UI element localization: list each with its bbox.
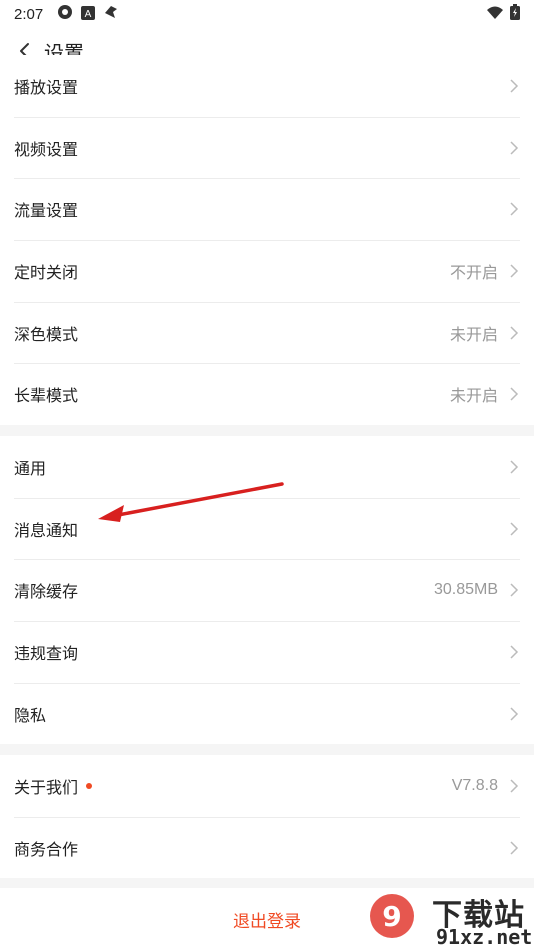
settings-row-playback[interactable]: 播放设置 <box>0 55 534 117</box>
a-app-icon: A <box>81 5 96 24</box>
chevron-right-icon <box>510 264 519 278</box>
chevron-right-icon <box>510 79 519 93</box>
watermark-en-text: 91xz.net <box>436 925 533 949</box>
row-label: 消息通知 <box>14 520 79 540</box>
chevron-right-icon <box>510 779 519 793</box>
row-value: 不开启 <box>449 264 498 282</box>
bird-app-icon <box>103 4 119 24</box>
row-value: 30.85MB <box>433 581 498 599</box>
chevron-right-icon <box>510 202 519 216</box>
chevron-right-icon <box>510 645 519 659</box>
new-badge-dot <box>86 782 93 789</box>
row-label: 播放设置 <box>14 77 79 97</box>
row-label: 通用 <box>14 458 47 478</box>
row-label: 清除缓存 <box>14 582 79 602</box>
logout-button[interactable]: 退出登录 <box>233 907 301 932</box>
row-label: 违规查询 <box>14 643 79 663</box>
chevron-right-icon <box>510 326 519 340</box>
settings-row-video[interactable]: 视频设置 <box>0 116 534 179</box>
settings-row-elder-mode[interactable]: 长辈模式 未开启 <box>0 363 534 425</box>
settings-row-clear-cache[interactable]: 清除缓存 30.85MB <box>0 559 534 621</box>
row-label: 关于我们 <box>14 777 79 797</box>
svg-text:A: A <box>85 9 92 20</box>
settings-row-about-us[interactable]: 关于我们 V7.8.8 <box>0 755 534 817</box>
row-label: 定时关闭 <box>14 262 79 282</box>
annotation-arrow <box>98 482 284 522</box>
wifi-icon <box>486 5 504 24</box>
row-label: 长辈模式 <box>14 386 79 406</box>
settings-row-sleep-timer[interactable]: 定时关闭 不开启 <box>0 240 534 302</box>
settings-row-dark-mode[interactable]: 深色模式 未开启 <box>0 301 534 364</box>
svg-text:9: 9 <box>382 900 401 933</box>
chevron-right-icon <box>510 141 519 155</box>
settings-row-business[interactable]: 商务合作 <box>0 816 534 879</box>
row-label: 深色模式 <box>14 324 79 344</box>
settings-row-privacy[interactable]: 隐私 <box>0 682 534 745</box>
status-time: 2:07 <box>14 5 44 23</box>
status-bar: 2:07 A <box>0 0 534 28</box>
settings-row-data-usage[interactable]: 流量设置 <box>0 178 534 240</box>
battery-icon <box>510 4 520 24</box>
chevron-right-icon <box>510 841 519 855</box>
row-label: 流量设置 <box>14 201 79 221</box>
chevron-right-icon <box>510 522 519 536</box>
row-value: 未开启 <box>449 388 498 406</box>
chevron-right-icon <box>510 387 519 401</box>
row-value: 未开启 <box>449 326 498 344</box>
chevron-right-icon <box>510 707 519 721</box>
settings-group-about: 关于我们 V7.8.8 商务合作 <box>0 755 534 879</box>
row-label: 商务合作 <box>14 839 79 859</box>
row-value: V7.8.8 <box>451 776 498 794</box>
chevron-right-icon <box>510 460 519 474</box>
chevron-right-icon <box>510 583 519 597</box>
row-label: 视频设置 <box>14 139 79 159</box>
aperture-icon <box>57 4 73 24</box>
settings-row-violation-query[interactable]: 违规查询 <box>0 621 534 683</box>
row-label: 隐私 <box>14 705 47 725</box>
settings-group-playback: 播放设置 视频设置 流量设置 定时关闭 不开启 深色模式 未开启 长辈模式 未开… <box>0 55 534 426</box>
